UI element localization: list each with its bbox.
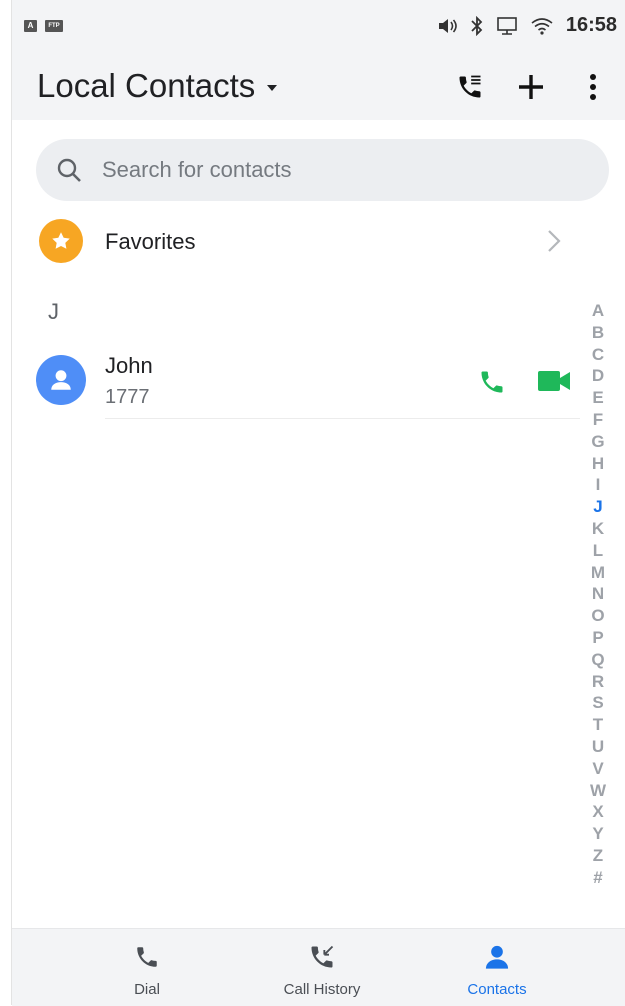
- phone-icon: [137, 947, 157, 967]
- alphabet-letter[interactable]: R: [592, 671, 604, 693]
- alphabet-letter[interactable]: Z: [593, 845, 603, 867]
- volume-icon: [438, 18, 457, 33]
- nav-dial[interactable]: Dial: [72, 929, 222, 1006]
- favorites-row[interactable]: Favorites: [12, 210, 572, 272]
- call-icon[interactable]: [478, 368, 506, 396]
- status-right-icons: 16:58: [438, 14, 617, 37]
- alphabet-letter[interactable]: T: [593, 714, 603, 736]
- more-icon: [590, 74, 596, 100]
- nav-contacts[interactable]: Contacts: [422, 929, 572, 1006]
- favorites-label: Favorites: [105, 229, 196, 254]
- row-divider: [105, 418, 580, 419]
- video-call-icon[interactable]: [538, 370, 570, 392]
- alphabet-letter[interactable]: S: [592, 692, 603, 714]
- alphabet-letter[interactable]: W: [590, 780, 606, 802]
- alphabet-letter[interactable]: A: [592, 300, 604, 322]
- alphabet-letter[interactable]: D: [592, 365, 604, 387]
- favorites-avatar: [39, 219, 83, 263]
- call-log-icon: [459, 75, 481, 98]
- alphabet-letter[interactable]: X: [592, 801, 603, 823]
- bottom-nav: Dial Call History Contacts: [12, 928, 625, 1006]
- alphabet-letter[interactable]: K: [592, 518, 604, 540]
- alphabet-letter[interactable]: #: [593, 867, 602, 889]
- alphabet-letter[interactable]: C: [592, 344, 604, 366]
- call-log-button[interactable]: [450, 67, 490, 107]
- contact-name: John: [105, 353, 153, 378]
- search-placeholder: Search for contacts: [102, 157, 292, 182]
- app-bar: Local Contacts: [12, 55, 625, 120]
- add-contact-button[interactable]: [511, 67, 551, 107]
- alphabet-letter[interactable]: E: [592, 387, 603, 409]
- status-bar: A FTP 16:58: [12, 0, 625, 55]
- alphabet-letter[interactable]: B: [592, 322, 604, 344]
- alphabet-letter[interactable]: O: [591, 605, 604, 627]
- person-icon: [485, 945, 509, 969]
- alphabet-letter[interactable]: U: [592, 736, 604, 758]
- status-left-icons: A FTP: [24, 20, 63, 32]
- alphabet-letter[interactable]: Y: [592, 823, 603, 845]
- contact-source-dropdown[interactable]: Local Contacts: [37, 67, 278, 105]
- section-header: J: [48, 299, 59, 324]
- contact-row[interactable]: John 1777: [12, 340, 580, 418]
- call-history-icon: [311, 945, 334, 968]
- add-icon: [519, 75, 543, 99]
- alphabet-letter[interactable]: V: [592, 758, 603, 780]
- network-icon: [497, 16, 517, 35]
- left-edge: [0, 0, 12, 1005]
- alphabet-index[interactable]: A B C D E F G H I J K L M N O P Q R S T U V W X Y Z #: [586, 300, 610, 889]
- nav-call-history[interactable]: Call History: [247, 929, 397, 1006]
- nav-dial-label: Dial: [134, 981, 160, 998]
- alphabet-letter[interactable]: I: [596, 474, 601, 496]
- alphabet-letter[interactable]: M: [591, 562, 605, 584]
- alphabet-letter[interactable]: H: [592, 453, 604, 475]
- page-title: Local Contacts: [37, 67, 256, 104]
- star-icon: [52, 232, 70, 249]
- alphabet-letter[interactable]: L: [593, 540, 603, 562]
- status-time: 16:58: [565, 14, 617, 36]
- more-options-button[interactable]: [573, 67, 613, 107]
- contact-number: 1777: [105, 386, 150, 408]
- search-input[interactable]: Search for contacts: [36, 139, 609, 201]
- alphabet-letter[interactable]: Q: [591, 649, 604, 671]
- bluetooth-icon: [471, 15, 483, 36]
- alphabet-letter[interactable]: F: [593, 409, 603, 431]
- wifi-icon: [531, 17, 553, 35]
- alphabet-letter[interactable]: N: [592, 583, 604, 605]
- avatar: [36, 355, 86, 405]
- a-badge-icon: A: [24, 20, 37, 32]
- nav-call-history-label: Call History: [283, 981, 361, 998]
- dropdown-caret-icon: [267, 85, 278, 91]
- person-icon: [51, 370, 71, 390]
- nav-contacts-label: Contacts: [467, 981, 527, 998]
- chevron-right-icon: [548, 230, 561, 252]
- alphabet-letter[interactable]: P: [592, 627, 603, 649]
- ftp-badge-icon: FTP: [45, 20, 63, 32]
- alphabet-letter[interactable]: G: [591, 431, 604, 453]
- search-icon: [57, 158, 81, 182]
- alphabet-letter[interactable]: J: [593, 496, 602, 518]
